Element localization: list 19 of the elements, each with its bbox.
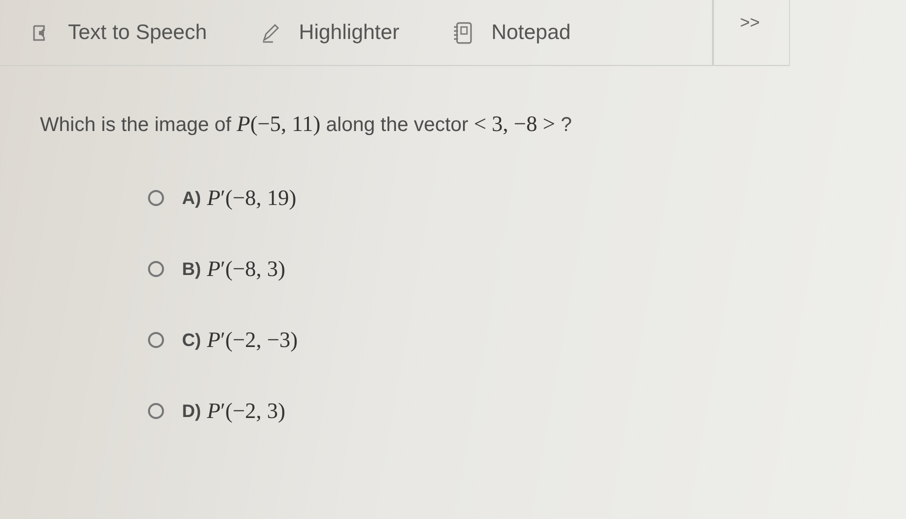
- tool-button[interactable]: Highlighter: [260, 21, 400, 45]
- radio-button[interactable]: [148, 190, 164, 206]
- option-answer: P′(−2, −3): [207, 327, 298, 353]
- option-letter: D): [182, 400, 201, 422]
- question-text: Which is the image of P(−5, 11) along the vector < 3, −8 > ?: [40, 111, 573, 137]
- option-answer: P′(−8, 19): [207, 185, 296, 211]
- tool-button[interactable]: Text to Speech: [32, 21, 207, 45]
- option-answer: P′(−8, 3): [207, 256, 286, 282]
- radio-button[interactable]: [148, 403, 164, 419]
- pen-icon: [260, 23, 281, 43]
- tool-button[interactable]: Notepad: [453, 21, 571, 45]
- option-letter: C): [182, 330, 201, 350]
- radio-button[interactable]: [148, 332, 164, 348]
- notepad-icon: [453, 21, 474, 45]
- option-letter: B): [182, 258, 201, 280]
- option-letter: A): [182, 188, 201, 208]
- more-button[interactable]: >>: [714, 0, 760, 65]
- radio-button[interactable]: [148, 261, 164, 277]
- option-answer: P′(−2, 3): [207, 398, 286, 424]
